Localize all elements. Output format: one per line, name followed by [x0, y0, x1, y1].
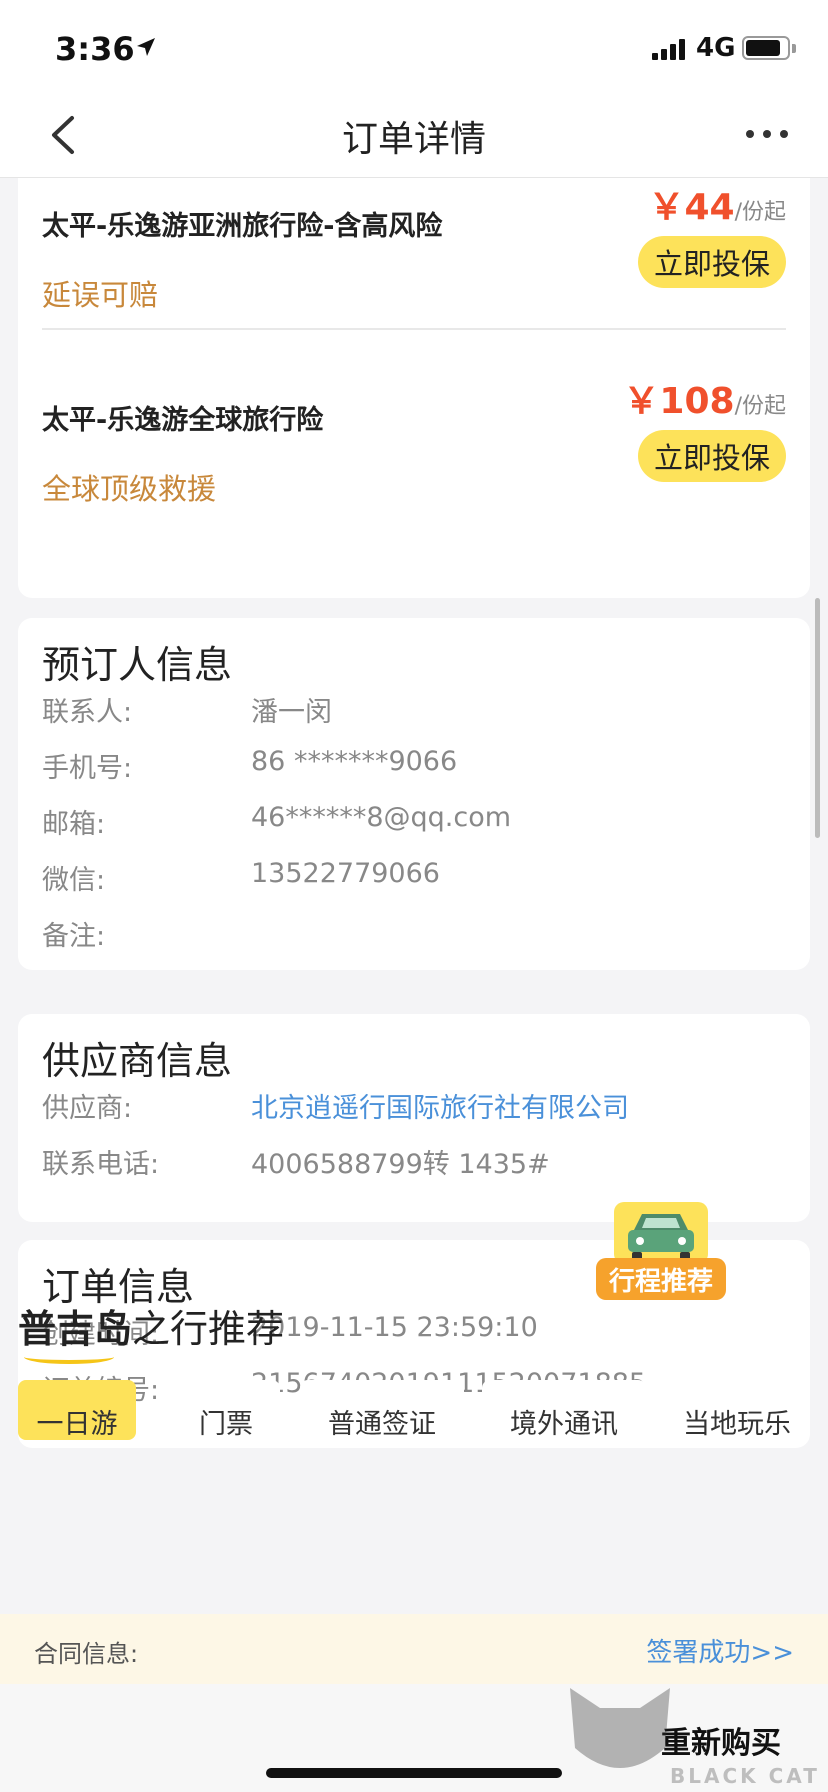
supplier-phone[interactable]: 4006588799转 1435# — [251, 1142, 550, 1181]
watermark-text: BLACK CAT — [670, 1764, 820, 1788]
page-title: 订单详情 — [341, 119, 486, 160]
category-chip[interactable]: 门票 — [172, 1380, 280, 1440]
battery-icon — [742, 36, 790, 60]
insurance-card: ￥44/份起 太平-乐逸游亚洲旅行险-含高风险 立即投保 延误可赔 ￥108/份… — [18, 178, 810, 598]
cat-logo-icon — [570, 1688, 670, 1768]
signal-icon — [652, 38, 685, 60]
field-label: 手机号: — [42, 753, 133, 784]
contact-name: 潘一闵 — [251, 697, 332, 728]
insurance-price: ￥108/份起 — [623, 381, 786, 422]
battery-nub — [792, 44, 796, 53]
section-title: 供应商信息 — [42, 1039, 233, 1083]
status-bar: 3:36 4G — [0, 0, 828, 92]
phone-number: 86 *******9066 — [251, 746, 458, 777]
supplier-info-card: 供应商信息 供应商: 北京逍遥行国际旅行社有限公司 联系电话: 40065887… — [18, 1014, 810, 1222]
supplier-link[interactable]: 北京逍遥行国际旅行社有限公司 — [251, 1086, 629, 1125]
insurance-tag: 全球顶级救援 — [42, 472, 217, 506]
trip-recommend-float-button[interactable]: 行程推荐 — [596, 1200, 726, 1310]
wechat: 13522779066 — [251, 858, 440, 889]
insurance-name: 太平-乐逸游全球旅行险 — [42, 405, 324, 436]
home-indicator — [266, 1768, 562, 1778]
contract-bar: 合同信息: 签署成功>> — [0, 1614, 828, 1684]
category-chip[interactable]: 境外通讯 — [482, 1380, 646, 1440]
divider — [42, 328, 786, 330]
created-time: 2019-11-15 23:59:10 — [251, 1312, 538, 1343]
scrollbar[interactable] — [815, 598, 820, 838]
email: 46******8@qq.com — [251, 802, 512, 833]
blackcat-watermark: BLACK CAT — [560, 1678, 828, 1792]
location-arrow-icon — [137, 38, 155, 56]
field-label: 邮箱: — [42, 809, 106, 840]
buy-insurance-button[interactable]: 立即投保 — [637, 430, 786, 482]
field-label: 联系电话: — [42, 1149, 160, 1180]
title-underline — [24, 1350, 114, 1364]
contract-label: 合同信息: — [34, 1640, 139, 1668]
field-label: 联系人: — [42, 697, 133, 728]
insurance-name: 太平-乐逸游亚洲旅行险-含高风险 — [42, 211, 443, 242]
nav-bar: 订单详情 — [0, 92, 828, 178]
field-label: 供应商: — [42, 1093, 133, 1124]
buy-insurance-button[interactable]: 立即投保 — [637, 236, 786, 288]
category-chip[interactable]: 当地玩乐 — [664, 1380, 810, 1440]
insurance-tag: 延误可赔 — [42, 278, 159, 312]
category-chip[interactable]: 普通签证 — [300, 1380, 464, 1440]
insurance-price: ￥44/份起 — [648, 187, 786, 228]
recommend-title-rest: 之行推荐 — [132, 1307, 285, 1351]
trip-recommend-label: 行程推荐 — [596, 1258, 726, 1300]
booker-info-card: 预订人信息 联系人: 潘一闵 手机号: 86 *******9066 邮箱: 4… — [18, 618, 810, 970]
recommend-title: 普吉岛之行推荐 — [18, 1298, 284, 1353]
destination-name: 普吉岛 — [18, 1307, 133, 1351]
network-type: 4G — [696, 33, 736, 63]
field-label: 备注: — [42, 921, 106, 952]
category-chip[interactable]: 一日游 — [18, 1380, 136, 1440]
contract-signed-link[interactable]: 签署成功>> — [646, 1632, 794, 1669]
status-time: 3:36 — [55, 30, 135, 68]
field-label: 微信: — [42, 865, 106, 896]
more-menu-icon[interactable] — [746, 130, 788, 138]
section-title: 预订人信息 — [42, 643, 233, 687]
